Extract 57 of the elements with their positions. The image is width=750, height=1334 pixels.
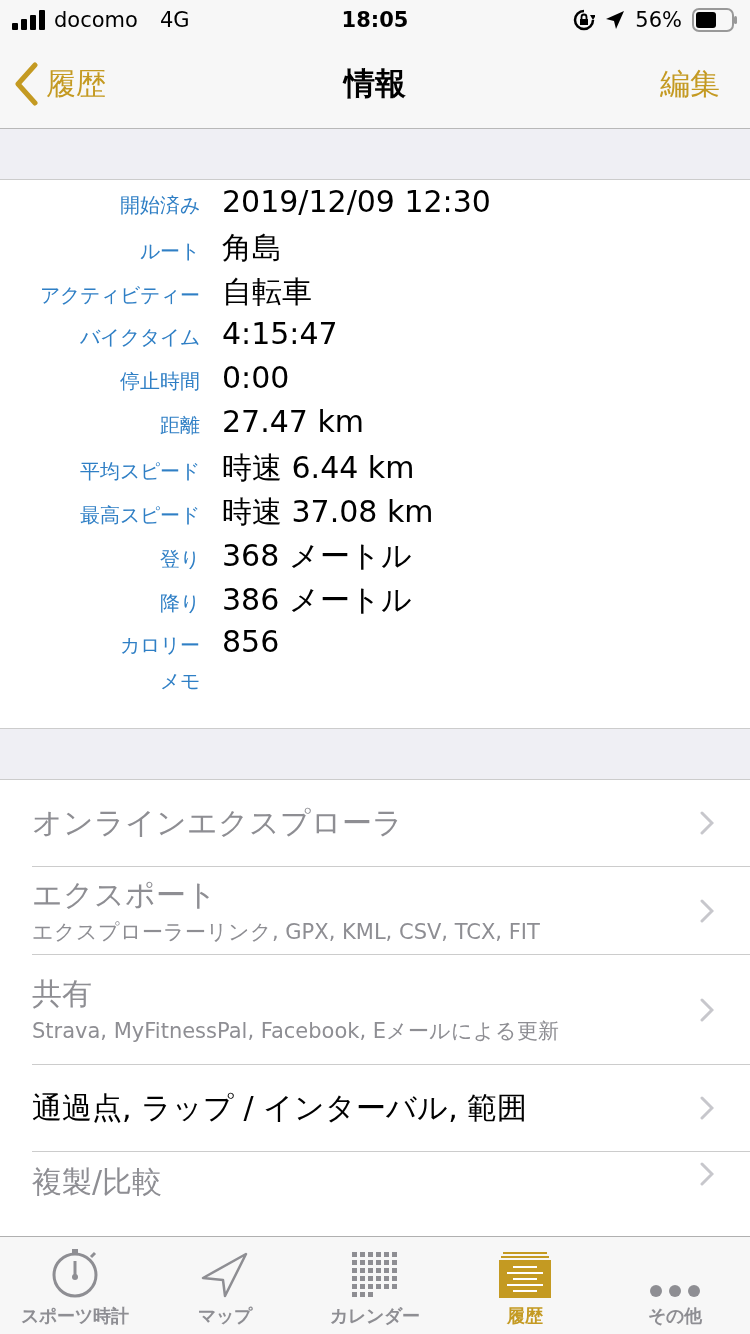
carrier-name: docomo [54,8,138,32]
field-value: 角島 [222,229,282,267]
field-value: 27.47 km [222,404,365,439]
menu-title: エクスポート [32,876,218,914]
signal-icon [12,10,46,30]
chevron-right-icon [700,997,714,1022]
chevron-right-icon [700,898,714,923]
field-value: 2019/12/09 12:30 [222,184,491,219]
battery-percent: 56% [635,8,682,32]
network-type: 4G [159,8,190,32]
battery-icon [692,8,738,32]
rotation-lock-icon [573,9,596,31]
field-label: 開始済み [119,192,200,219]
field-label: メモ [159,668,200,695]
menu-row[interactable]: 通過点, ラップ / インターバル, 範囲 [32,1065,750,1152]
menu-title: 通過点, ラップ / インターバル, 範囲 [32,1088,528,1127]
tab-item[interactable]: スポーツ時計 [0,1237,150,1334]
navigation-arrow-icon [201,1252,249,1298]
field-label: 登り [159,546,200,573]
menu-title: 複製/比較 [32,1163,163,1201]
field-label: カロリー [119,632,200,659]
clock-time: 18:05 [341,8,409,32]
chevron-left-icon [14,62,38,106]
menu-title: 共有 [32,975,93,1013]
field-value: 368 メートル [222,537,412,575]
field-label: アクティビティー [39,282,200,309]
more-dots-icon [649,1284,701,1298]
field-label: 停止時間 [119,368,200,395]
field-value: 時速 6.44 km [222,449,415,487]
menu-subtitle: Strava, MyFitnessPal, Facebook, Eメールによる更新 [32,1018,560,1045]
field-value: 4:15:47 [222,316,338,351]
field-label: 降り [159,590,200,617]
calendar-grid-icon [352,1252,398,1298]
chevron-right-icon [700,1096,714,1120]
field-label: 距離 [159,412,200,439]
menu-subtitle: エクスプローラーリンク, GPX, KML, CSV, TCX, FIT [32,919,540,946]
field-value: 自転車 [222,273,312,311]
field-label: ルート [139,238,200,265]
edit-button[interactable]: 編集 [660,63,720,105]
tab-item[interactable]: 履歴 [450,1237,600,1334]
tab-item[interactable]: カレンダー [300,1237,450,1334]
field-value: 856 [222,624,280,659]
location-arrow-icon [605,10,626,30]
screen-title: 情報 [344,64,406,103]
field-label: 平均スピード [79,458,200,485]
tab-item[interactable]: その他 [600,1237,750,1334]
chevron-right-icon [700,1162,714,1186]
field-label: 最高スピード [79,502,200,529]
field-value: 386 メートル [222,581,412,619]
field-value: 時速 37.08 km [222,493,434,531]
back-button[interactable]: 履歴 [14,62,106,106]
chevron-right-icon [700,811,714,835]
field-value: 0:00 [222,360,290,395]
list-document-icon [499,1252,551,1298]
menu-title: オンラインエクスプローラ [32,803,403,842]
tab-item[interactable]: マップ [150,1237,300,1334]
field-label: バイクタイム [79,324,200,351]
